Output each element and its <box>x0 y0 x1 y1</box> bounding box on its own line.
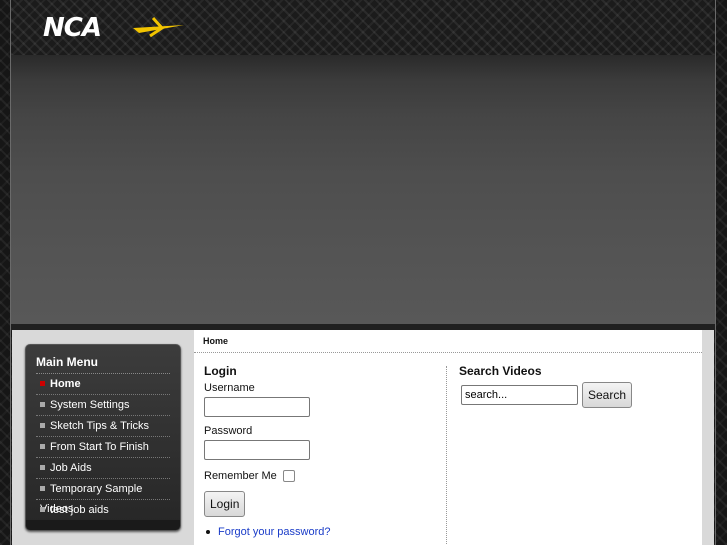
menu-item-test-job-aids[interactable]: test job aids <box>36 500 170 521</box>
search-row: Search <box>459 382 689 408</box>
forgot-password-link[interactable]: Forgot your password? <box>218 526 331 538</box>
bullet-icon <box>40 485 45 491</box>
password-input[interactable] <box>204 440 310 460</box>
menu-item-home[interactable]: Home <box>36 374 170 395</box>
password-label: Password <box>204 425 253 437</box>
menu-item-label: From Start To Finish <box>50 441 149 453</box>
search-module: Search Videos Search <box>459 364 689 408</box>
breadcrumb-home[interactable]: Home <box>203 336 228 346</box>
header-banner <box>11 55 715 328</box>
menu-item-job-aids[interactable]: Job Aids <box>36 458 170 479</box>
menu-item-sketch-tips[interactable]: Sketch Tips & Tricks <box>36 416 170 437</box>
login-module: Login Username Password Remember Me Logi… <box>204 364 444 538</box>
site-header: NCA <box>11 0 715 55</box>
menu-item-label: Sketch Tips & Tricks <box>50 420 150 432</box>
remember-me-label: Remember Me <box>204 470 277 482</box>
main-menu: Main Menu Home System Settings Sketch Ti… <box>25 344 181 531</box>
bullet-icon <box>40 401 45 407</box>
username-label: Username <box>204 382 255 394</box>
menu-item-label: Job Aids <box>50 462 92 474</box>
nca-logo[interactable]: NCA <box>41 14 186 42</box>
main-panel: Home Login Username Password Remember Me… <box>194 330 702 545</box>
remember-me-row: Remember Me <box>204 470 444 482</box>
content-area: Main Menu Home System Settings Sketch Ti… <box>12 330 714 545</box>
bullet-icon <box>40 506 45 512</box>
menu-item-label: Home <box>50 378 81 390</box>
search-input[interactable] <box>461 385 578 405</box>
menu-item-start-to-finish[interactable]: From Start To Finish <box>36 437 170 458</box>
forgot-password-item: Forgot your password? <box>204 526 444 538</box>
breadcrumb: Home <box>194 330 702 353</box>
menu-item-label: test job aids <box>50 504 109 516</box>
username-input[interactable] <box>204 397 310 417</box>
login-title: Login <box>204 364 237 378</box>
bullet-icon <box>40 380 45 386</box>
menu-item-temporary-sample-videos[interactable]: Temporary Sample Videos <box>36 479 170 515</box>
menu-item-system-settings[interactable]: System Settings <box>36 395 170 416</box>
search-button[interactable]: Search <box>582 382 633 408</box>
login-button[interactable]: Login <box>204 491 246 517</box>
main-menu-list: Home System Settings Sketch Tips & Trick… <box>36 374 170 521</box>
search-title: Search Videos <box>459 364 542 378</box>
menu-item-label: System Settings <box>50 399 130 411</box>
bullet-icon <box>40 422 45 428</box>
logo-text: NCA <box>43 14 101 42</box>
remember-me-checkbox[interactable] <box>282 470 295 482</box>
page-frame: NCA Main Menu Home System Settings Sketc… <box>10 0 716 545</box>
main-menu-footer <box>26 520 180 530</box>
column-divider <box>446 366 447 545</box>
list-bullet-icon <box>206 530 210 535</box>
bullet-icon <box>40 464 45 470</box>
bullet-icon <box>40 443 45 449</box>
main-menu-title: Main Menu <box>36 352 170 374</box>
